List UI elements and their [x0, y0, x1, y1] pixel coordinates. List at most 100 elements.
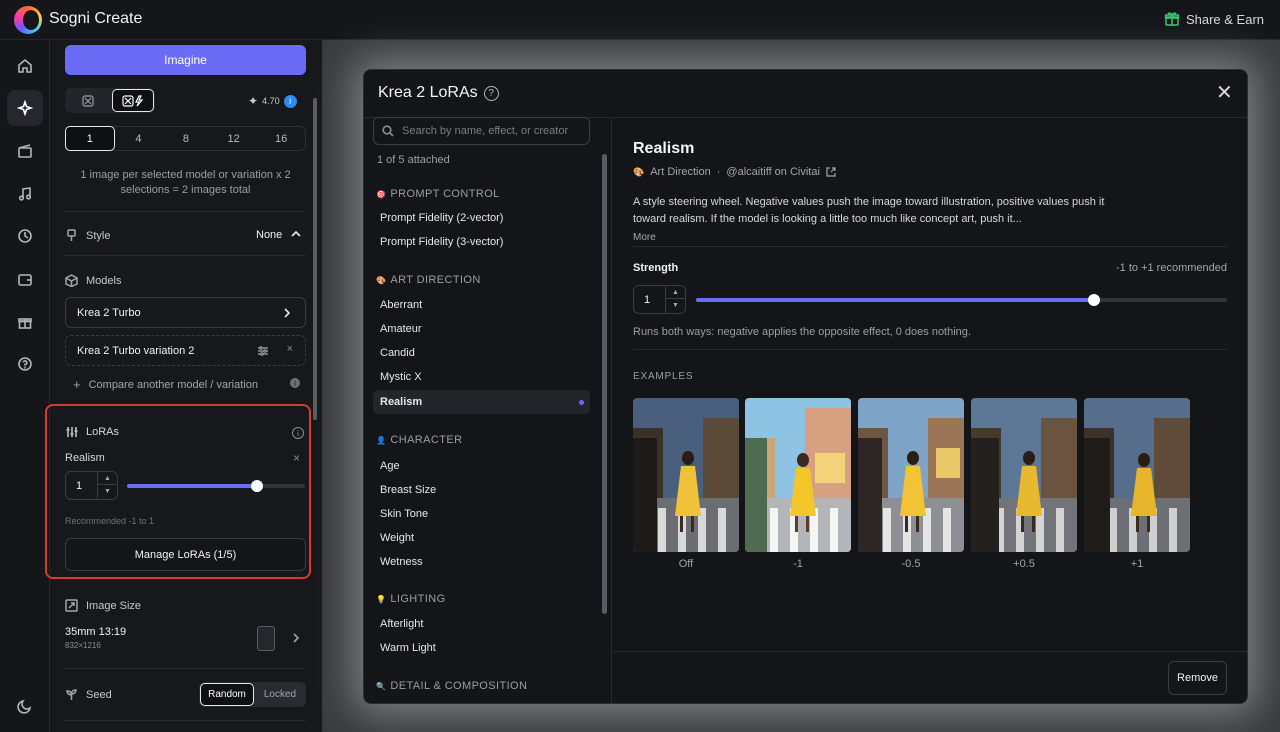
lora-search[interactable] — [373, 117, 590, 145]
imagine-button[interactable]: Imagine — [65, 45, 306, 75]
lora-item[interactable]: Aberrant — [380, 299, 422, 311]
stepper-down-icon[interactable]: ▼ — [666, 299, 685, 312]
sogni-logo[interactable] — [14, 6, 42, 34]
external-link-icon[interactable] — [826, 167, 836, 177]
lora-strength-input[interactable]: 1 ▲ ▼ — [65, 471, 118, 500]
category-label: CHARACTER — [390, 434, 463, 446]
history-button[interactable] — [7, 218, 43, 254]
lora-item-selected[interactable]: Realism — [373, 390, 590, 414]
example-image[interactable] — [858, 398, 964, 552]
stepper-up-icon[interactable]: ▲ — [666, 286, 685, 299]
home-button[interactable] — [7, 48, 43, 84]
style-row[interactable]: Style — [65, 229, 110, 242]
lora-title: LoRAs — [86, 426, 120, 438]
manage-loras-button[interactable]: Manage LoRAs (1/5) — [65, 538, 306, 571]
lora-strength-slider[interactable] — [127, 480, 305, 492]
separator: · — [716, 166, 721, 178]
lora-item[interactable]: Weight — [380, 532, 414, 544]
credit-info-icon[interactable]: i — [283, 94, 297, 108]
count-option[interactable]: 4 — [115, 127, 163, 150]
category-label: DETAIL & COMPOSITION — [390, 680, 528, 692]
lora-recommended: Recommended -1 to 1 — [65, 516, 155, 526]
list-scrollbar[interactable] — [602, 154, 607, 614]
share-earn-button[interactable]: Share & Earn — [1164, 11, 1264, 27]
history-icon — [18, 229, 32, 243]
count-option[interactable]: 1 — [65, 126, 115, 151]
count-option[interactable]: 12 — [210, 127, 258, 150]
remove-button[interactable]: Remove — [1168, 661, 1227, 695]
example-image[interactable] — [633, 398, 739, 552]
more-link[interactable]: More — [633, 232, 656, 243]
example-image-minus-1 — [745, 398, 851, 552]
cube-icon — [65, 274, 78, 287]
question-icon[interactable]: ? — [483, 85, 499, 101]
lora-item[interactable]: Warm Light — [380, 642, 436, 654]
moon-icon — [17, 699, 32, 714]
chevron-up-icon[interactable] — [290, 228, 302, 240]
example-image[interactable] — [971, 398, 1077, 552]
slider-knob[interactable] — [251, 480, 263, 492]
detail-strength-input[interactable]: 1 ▲ ▼ — [633, 285, 686, 314]
count-option[interactable]: 16 — [257, 127, 305, 150]
category-label: PROMPT CONTROL — [390, 188, 500, 200]
lora-strength-value: 1 — [76, 479, 83, 492]
lora-item[interactable]: Afterlight — [380, 618, 423, 630]
lora-info-icon[interactable]: i — [292, 427, 304, 439]
lora-item[interactable]: Candid — [380, 347, 415, 359]
category-lighting: 💡 LIGHTING — [376, 593, 446, 605]
wallet-button[interactable] — [7, 261, 43, 297]
panel-scrollbar[interactable] — [313, 98, 317, 420]
lora-item[interactable]: Age — [380, 460, 400, 472]
example-image-off — [633, 398, 739, 552]
rewards-button[interactable] — [7, 304, 43, 340]
music-button[interactable] — [7, 176, 43, 212]
search-input[interactable] — [402, 125, 577, 137]
seed-locked-option[interactable]: Locked — [255, 683, 305, 706]
slider-knob[interactable] — [1088, 294, 1100, 306]
model-variation-select[interactable]: Krea 2 Turbo variation 2 × — [65, 335, 306, 366]
remove-lora-icon[interactable]: × — [293, 451, 300, 465]
batch-mode-button[interactable] — [112, 89, 154, 112]
author-link[interactable]: @alcaitiff on Civitai — [726, 166, 820, 178]
model-select[interactable]: Krea 2 Turbo — [65, 297, 306, 328]
aspect-preview[interactable] — [257, 626, 275, 651]
example-image[interactable] — [1084, 398, 1190, 552]
stepper-down-icon[interactable]: ▼ — [98, 485, 117, 498]
strength-note: Runs both ways: negative applies the opp… — [633, 326, 971, 338]
chevron-right-icon[interactable] — [290, 632, 302, 644]
lora-item[interactable]: Breast Size — [380, 484, 436, 496]
image-size-value: 35mm 13:19 — [65, 626, 127, 638]
divider — [65, 211, 306, 212]
create-button[interactable] — [7, 90, 43, 126]
help-button[interactable] — [7, 346, 43, 382]
lora-item[interactable]: Wetness — [380, 556, 423, 568]
compare-info-icon[interactable]: i — [290, 378, 300, 388]
credit-cost: ✦ 4.70 i — [248, 94, 297, 108]
lora-item[interactable]: Prompt Fidelity (2-vector) — [380, 212, 503, 224]
plus-icon: + — [73, 377, 81, 392]
share-earn-label: Share & Earn — [1185, 11, 1264, 27]
lora-item[interactable]: Skin Tone — [380, 508, 428, 520]
video-button[interactable] — [7, 133, 43, 169]
models-label: Models — [86, 274, 122, 287]
app-title: Sogni Create — [49, 10, 143, 27]
grid-icon — [82, 94, 94, 107]
single-mode-button[interactable] — [69, 90, 107, 111]
detail-strength-slider[interactable] — [696, 294, 1227, 306]
stepper-up-icon[interactable]: ▲ — [98, 472, 117, 485]
remove-variation-icon[interactable]: × — [287, 343, 293, 355]
seed-random-option[interactable]: Random — [200, 683, 254, 706]
compare-model-button[interactable]: + Compare another model / variation — [73, 377, 258, 392]
modal-title: Krea 2 LoRAs — [378, 84, 478, 101]
theme-toggle[interactable] — [7, 688, 43, 724]
example-label: -1 — [793, 558, 803, 570]
example-image[interactable] — [745, 398, 851, 552]
close-icon[interactable]: ✕ — [1216, 83, 1233, 103]
count-option[interactable]: 8 — [162, 127, 210, 150]
strength-range: -1 to +1 recommended — [1116, 262, 1227, 274]
lora-item[interactable]: Mystic X — [380, 371, 422, 383]
music-icon — [18, 187, 32, 201]
lora-item[interactable]: Prompt Fidelity (3-vector) — [380, 236, 503, 248]
lora-item[interactable]: Amateur — [380, 323, 422, 335]
sliders-icon[interactable] — [257, 345, 269, 357]
